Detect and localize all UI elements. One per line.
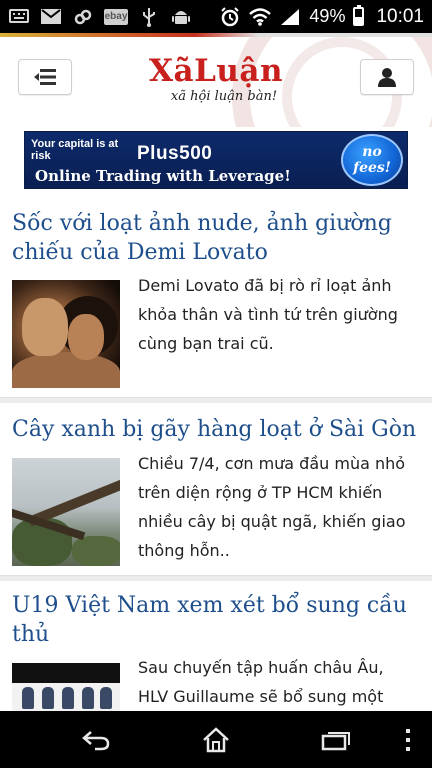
thumb-shape	[12, 352, 120, 388]
article-title[interactable]: Cây xanh bị gãy hàng loạt ở Sài Gòn	[12, 415, 422, 444]
battery-percent: 49%	[309, 6, 346, 26]
clock: 10:01	[376, 5, 424, 27]
back-icon	[82, 731, 110, 751]
thumb-shape	[22, 298, 68, 356]
thumb-shape	[22, 687, 34, 709]
thumb-shape	[72, 536, 120, 566]
ad-no-fees-badge: no fees!	[341, 134, 403, 186]
android-icon	[170, 8, 192, 26]
article-thumbnail[interactable]	[12, 280, 120, 388]
ad-badge-line2: fees!	[353, 160, 391, 176]
ad-badge-line1: no	[362, 144, 382, 160]
gmail-icon	[40, 8, 62, 26]
user-button[interactable]	[360, 59, 414, 95]
status-bar: ebay 49% 10:01	[0, 0, 432, 33]
overflow-menu-button[interactable]	[388, 725, 428, 755]
article-description: Demi Lovato đã bị rò rỉ loạt ảnh khỏa th…	[138, 276, 398, 353]
back-button[interactable]	[76, 725, 116, 755]
wifi-icon	[249, 7, 272, 26]
usb-icon	[138, 7, 160, 27]
ad-risk-text: Your capital is at risk	[31, 138, 119, 162]
link-icon	[72, 8, 94, 26]
home-button[interactable]	[196, 725, 236, 755]
ad-tagline: Online Trading with Leverage!	[35, 167, 291, 185]
recent-apps-icon	[321, 732, 350, 751]
article-feed[interactable]: Your capital is at risk Plus500 Online T…	[0, 127, 432, 711]
article-divider	[0, 575, 432, 581]
thumb-shape	[82, 687, 94, 709]
overflow-menu-icon	[406, 729, 410, 751]
signal-icon	[279, 8, 301, 26]
system-nav-bar	[0, 711, 432, 768]
home-icon	[203, 727, 229, 753]
article-description: Chiều 7/4, cơn mưa đầu mùa nhỏ trên diện…	[138, 454, 406, 560]
thumb-shape	[62, 687, 74, 709]
alarm-icon	[219, 6, 241, 26]
article-title[interactable]: Sốc với loạt ảnh nude, ảnh giường chiếu …	[12, 209, 422, 267]
article-thumbnail[interactable]	[12, 458, 120, 566]
battery-fill	[355, 16, 363, 24]
ad-banner[interactable]: Your capital is at risk Plus500 Online T…	[24, 131, 408, 189]
recent-apps-button[interactable]	[316, 725, 356, 755]
article-divider	[0, 397, 432, 403]
logo-text: XãLuận	[148, 53, 284, 89]
article-thumbnail[interactable]	[12, 663, 120, 711]
ebay-icon: ebay	[104, 8, 128, 25]
battery-icon	[353, 5, 365, 26]
user-icon	[378, 68, 396, 87]
article-description: Sau chuyến tập huấn châu Âu, HLV Guillau…	[138, 658, 384, 706]
site-header: XãLuận xã hội luận bàn!	[0, 37, 432, 127]
article-title[interactable]: U19 Việt Nam xem xét bổ sung cầu thủ	[12, 591, 422, 649]
thumb-shape	[42, 687, 54, 709]
keyboard-icon	[8, 8, 30, 26]
thumb-shape	[100, 687, 112, 709]
thumb-shape	[68, 314, 104, 360]
ad-brand: Plus500	[137, 143, 213, 164]
